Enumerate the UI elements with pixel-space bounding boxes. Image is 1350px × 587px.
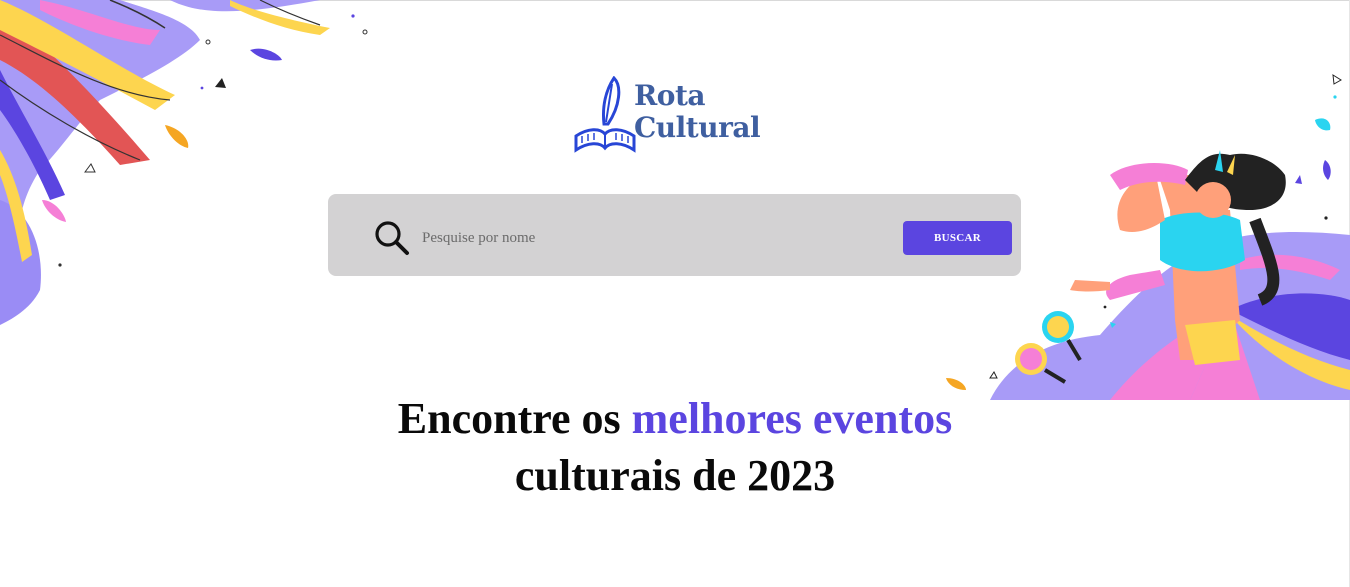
logo-line-1: Rota (634, 79, 706, 112)
search-input[interactable] (420, 222, 884, 254)
search-button[interactable]: BUSCAR (903, 221, 1012, 255)
headline-part-1: Encontre os (397, 394, 632, 443)
logo-line-2: Cultural (634, 111, 761, 144)
headline-line-1: Encontre os melhores eventos (300, 390, 1050, 447)
headline-line-2: culturais de 2023 (514, 451, 836, 500)
search-icon[interactable] (374, 220, 410, 256)
search-bar: BUSCAR (328, 194, 1021, 276)
rota-cultural-logo[interactable]: Rota Cultural (572, 76, 772, 156)
headline-accent: melhores eventos (631, 394, 953, 443)
quill-book-icon (574, 76, 636, 153)
page-headline: Encontre os melhores eventos culturais d… (300, 390, 1050, 504)
feathers-decoration-left (0, 0, 368, 325)
logo-text: Rota Cultural (634, 79, 761, 144)
